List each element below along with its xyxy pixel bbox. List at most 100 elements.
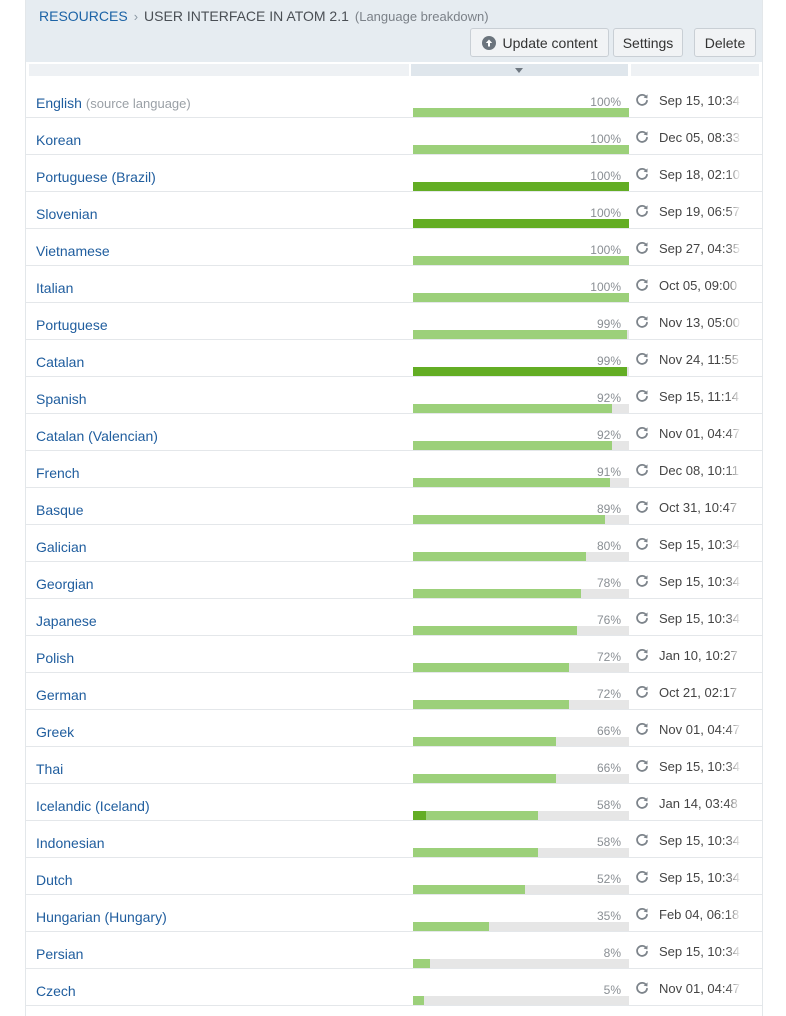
language-name: Catalan [36, 354, 85, 370]
refresh-icon[interactable] [635, 204, 649, 218]
refresh-icon[interactable] [635, 130, 649, 144]
language-name: Indonesian [36, 835, 105, 851]
column-header-updated[interactable] [631, 64, 759, 76]
refresh-icon[interactable] [635, 352, 649, 366]
language-link[interactable]: Persian [36, 946, 87, 962]
refresh-icon[interactable] [635, 167, 649, 181]
refresh-icon[interactable] [635, 722, 649, 736]
last-updated: Dec 08, 10:11 [659, 463, 741, 478]
progress-bar-fill [413, 515, 606, 524]
refresh-icon[interactable] [635, 241, 649, 255]
refresh-icon[interactable] [635, 500, 649, 514]
refresh-icon[interactable] [635, 981, 649, 995]
language-link[interactable]: Italian [36, 280, 77, 296]
refresh-icon[interactable] [635, 833, 649, 847]
progress-percent: 100% [590, 280, 621, 294]
refresh-icon[interactable] [635, 870, 649, 884]
language-link[interactable]: Thai [36, 761, 67, 777]
language-link[interactable]: Vietnamese [36, 243, 114, 259]
language-link[interactable]: Czech [36, 983, 80, 999]
last-updated: Nov 01, 04:47 [659, 426, 741, 441]
refresh-icon[interactable] [635, 759, 649, 773]
delete-button[interactable]: Delete [694, 28, 756, 57]
language-name: Polish [36, 650, 75, 666]
language-link[interactable]: Georgian [36, 576, 98, 592]
refresh-icon[interactable] [635, 796, 649, 810]
progress-bar-fill [413, 441, 612, 450]
last-updated: Nov 24, 11:55 [659, 352, 741, 367]
language-link[interactable]: Catalan (Valencian) [36, 428, 162, 444]
refresh-icon[interactable] [635, 907, 649, 921]
language-name: Basque [36, 502, 84, 518]
refresh-icon[interactable] [635, 574, 649, 588]
language-row: Vietnamese 100% Sep 27, 04:35 [26, 229, 762, 266]
language-link[interactable]: Greek [36, 724, 78, 740]
language-link[interactable]: Polish [36, 650, 78, 666]
language-row: Slovenian 100% Sep 19, 06:57 [26, 192, 762, 229]
language-name: Slovenian [36, 206, 98, 222]
language-name: Japanese [36, 613, 97, 629]
refresh-icon[interactable] [635, 278, 649, 292]
refresh-icon[interactable] [635, 315, 649, 329]
language-link[interactable]: Slovenian [36, 206, 102, 222]
language-row: Icelandic (Iceland) 58% Jan 14, 03:48 [26, 784, 762, 821]
column-header-progress[interactable] [411, 64, 628, 76]
language-link[interactable]: Icelandic (Iceland) [36, 798, 154, 814]
progress-percent: 100% [590, 95, 621, 109]
language-link[interactable]: Portuguese [36, 317, 112, 333]
progress-percent: 52% [596, 872, 621, 886]
progress-bar-reviewed [413, 219, 629, 228]
language-name: Thai [36, 761, 64, 777]
language-link[interactable]: Korean [36, 132, 85, 148]
language-name: Hungarian (Hungary) [36, 909, 167, 925]
language-link[interactable]: English (source language) [36, 95, 191, 111]
language-row: English (source language) 100% Sep 15, 10:3… [26, 81, 762, 118]
progress-percent: 72% [596, 687, 621, 701]
progress-percent: 100% [590, 206, 621, 220]
language-link[interactable]: French [36, 465, 84, 481]
refresh-icon[interactable] [635, 93, 649, 107]
language-link[interactable]: Portuguese (Brazil) [36, 169, 160, 185]
update-content-button[interactable]: Update content [470, 28, 609, 57]
language-link[interactable]: Spanish [36, 391, 91, 407]
last-updated: Oct 05, 09:00 [659, 278, 741, 293]
progress-bar-fill [413, 885, 526, 894]
language-link[interactable]: Galician [36, 539, 91, 555]
progress-percent: 8% [603, 946, 621, 960]
refresh-icon[interactable] [635, 463, 649, 477]
refresh-icon[interactable] [635, 389, 649, 403]
refresh-icon[interactable] [635, 426, 649, 440]
settings-button[interactable]: Settings [613, 28, 683, 57]
language-name: Portuguese [36, 317, 108, 333]
last-updated: Sep 15, 10:34 [659, 759, 741, 774]
refresh-icon[interactable] [635, 944, 649, 958]
progress-bar [413, 626, 629, 635]
last-updated: Dec 05, 08:33 [659, 130, 741, 145]
last-updated: Nov 13, 05:00 [659, 315, 741, 330]
progress-bar [413, 922, 629, 931]
progress-percent: 72% [596, 650, 621, 664]
resource-panel: RESOURCES › USER INTERFACE IN ATOM 2.1 (Lan… [25, 0, 763, 1016]
last-updated: Nov 01, 04:47 [659, 981, 741, 996]
refresh-icon[interactable] [635, 648, 649, 662]
refresh-icon[interactable] [635, 611, 649, 625]
refresh-icon[interactable] [635, 685, 649, 699]
language-link[interactable]: Indonesian [36, 835, 109, 851]
refresh-icon[interactable] [635, 537, 649, 551]
column-header-language[interactable] [29, 64, 409, 76]
breadcrumb-resources-link[interactable]: RESOURCES [39, 8, 128, 24]
last-updated: Feb 04, 06:18 [659, 907, 741, 922]
language-link[interactable]: Catalan [36, 354, 88, 370]
progress-percent: 91% [596, 465, 621, 479]
upload-icon [481, 35, 496, 50]
language-link[interactable]: Basque [36, 502, 87, 518]
language-link[interactable]: Hungarian (Hungary) [36, 909, 171, 925]
language-name: Portuguese (Brazil) [36, 169, 156, 185]
sort-descending-icon [515, 68, 523, 73]
progress-bar-fill [413, 552, 586, 561]
language-link[interactable]: Japanese [36, 613, 101, 629]
language-link[interactable]: Dutch [36, 872, 77, 888]
language-name: Spanish [36, 391, 87, 407]
language-link[interactable]: German [36, 687, 91, 703]
progress-bar-fill [413, 700, 569, 709]
